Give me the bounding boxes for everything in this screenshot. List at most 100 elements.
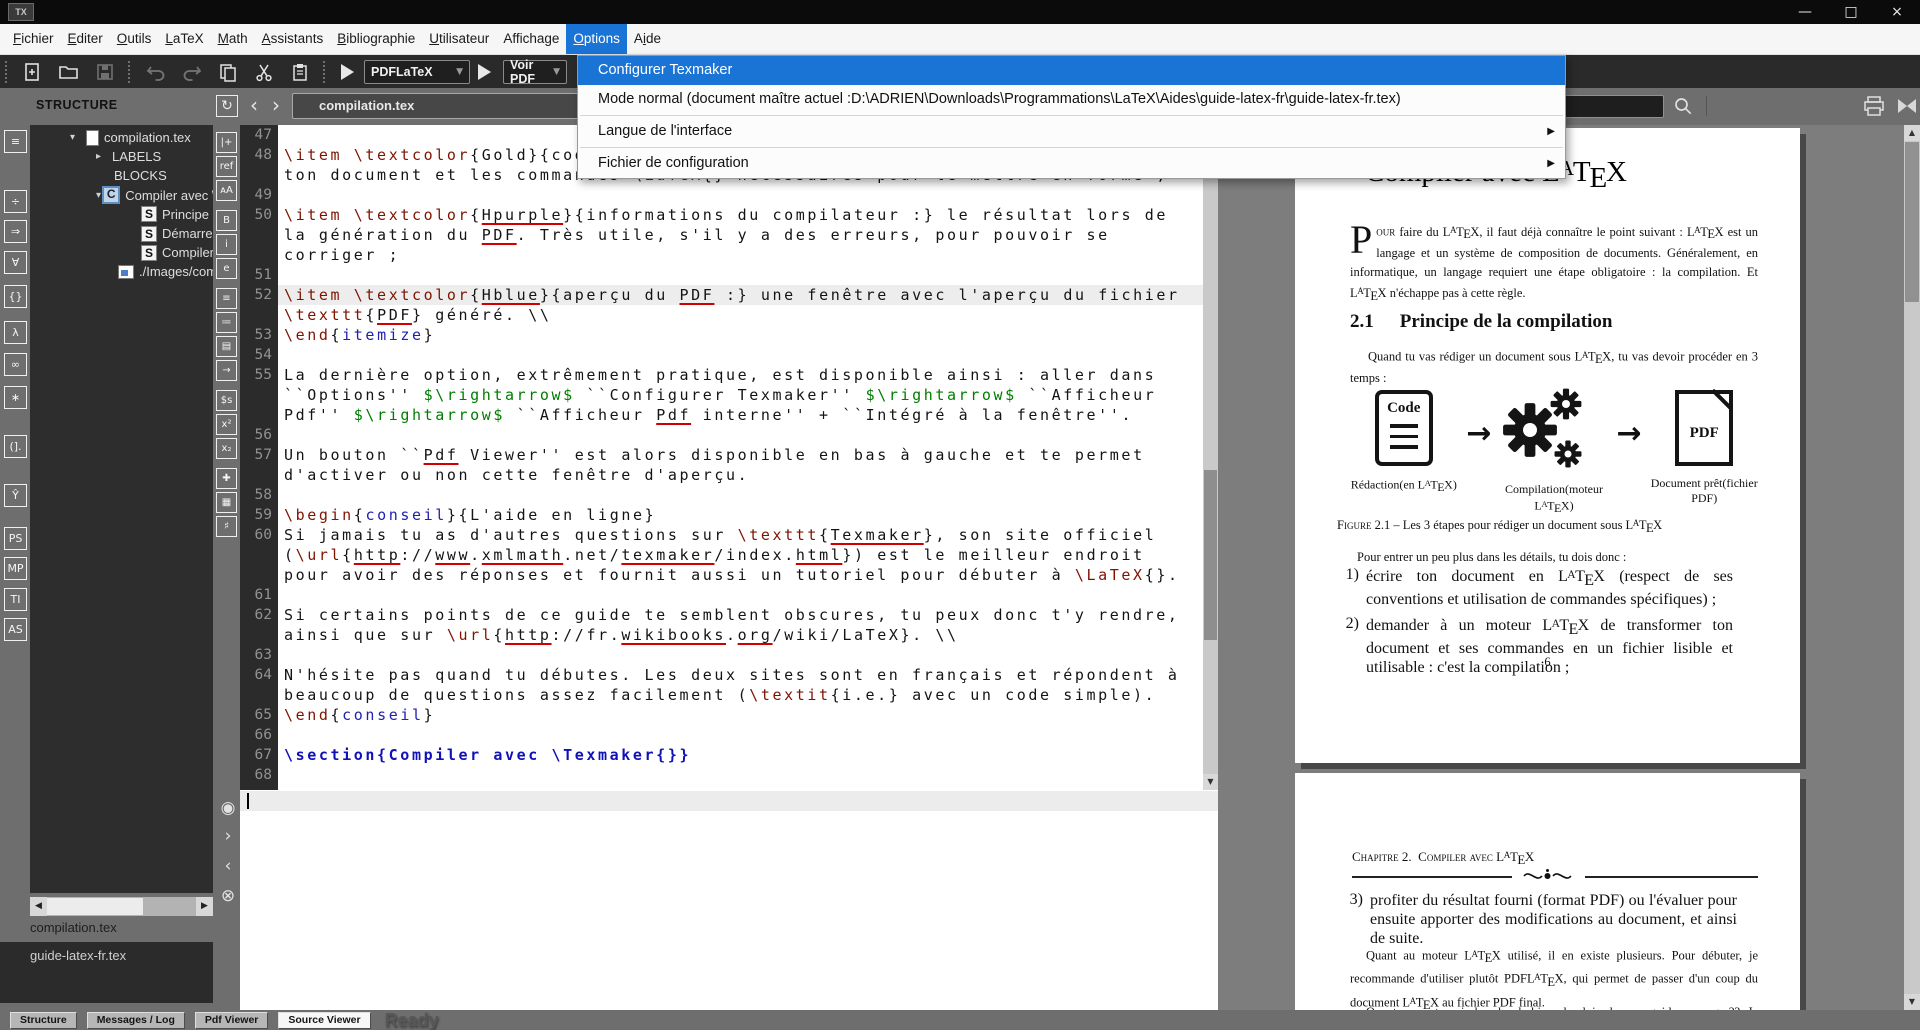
code-row[interactable] bbox=[278, 725, 1203, 745]
structure-tab[interactable]: ≡ bbox=[4, 130, 27, 153]
editor-vscrollbar[interactable]: ▲ ▼ bbox=[1203, 125, 1218, 790]
delimiters-tab[interactable]: {} bbox=[4, 285, 27, 308]
caret-down-icon[interactable]: ▾ bbox=[70, 132, 86, 143]
copy-icon[interactable] bbox=[215, 59, 241, 85]
edit-tool-icon-5[interactable]: e bbox=[216, 258, 237, 279]
back-icon[interactable]: ‹ bbox=[250, 93, 258, 117]
caret-right-icon[interactable]: ▸ bbox=[96, 151, 112, 162]
code-row[interactable]: la génération du PDF. Très utile, s'il y… bbox=[278, 225, 1203, 245]
scroll-down-icon[interactable]: ▼ bbox=[1904, 994, 1920, 1010]
misc-symbols-tab[interactable]: ∀ bbox=[4, 251, 27, 274]
code-row[interactable]: pour avoir des réponses et fournit aussi… bbox=[278, 565, 1203, 585]
previous-icon[interactable]: ‹ bbox=[218, 856, 238, 876]
menu-utilisateur[interactable]: Utilisateur bbox=[422, 24, 496, 54]
external-viewer-icon[interactable] bbox=[1896, 95, 1918, 122]
code-row[interactable]: \item \textcolor{Hpurple}{informations d… bbox=[278, 205, 1203, 225]
code-row[interactable]: \item \textcolor{Hblue}{aperçu du PDF :}… bbox=[278, 285, 1203, 305]
edit-tool-icon-2[interactable]: ᴀA bbox=[216, 180, 237, 201]
structure-hscrollbar[interactable]: ◀ ▶ bbox=[30, 897, 213, 916]
greek-letters-tab[interactable]: λ bbox=[4, 321, 27, 344]
code-row[interactable]: N'hésite pas quand tu débutes. Les deux … bbox=[278, 665, 1203, 685]
code-row[interactable]: ainsi que sur \url{http://fr.wikibooks.o… bbox=[278, 625, 1203, 645]
tree-item-compiler-avec-la[interactable]: ▾CCompiler avec \La bbox=[30, 186, 213, 205]
tree-item-principe-de-la-c[interactable]: SPrincipe de la c bbox=[30, 205, 213, 224]
menu-aide[interactable]: Aide bbox=[627, 24, 668, 54]
input-line[interactable] bbox=[240, 791, 1218, 811]
code-row[interactable] bbox=[278, 345, 1203, 365]
code-row[interactable] bbox=[278, 645, 1203, 665]
brackets-tab[interactable]: (]. bbox=[4, 435, 27, 458]
code-row[interactable] bbox=[278, 765, 1203, 785]
code-row[interactable]: \texttt{PDF} généré. \\ bbox=[278, 305, 1203, 325]
asymptote-tab[interactable]: AS bbox=[4, 618, 27, 641]
statusbar-button-messages-log[interactable]: Messages / Log bbox=[87, 1012, 185, 1029]
menu-math[interactable]: Math bbox=[211, 24, 255, 54]
accents-tab[interactable]: Ŷ bbox=[4, 484, 27, 507]
redo-icon[interactable] bbox=[179, 59, 205, 85]
scroll-up-icon[interactable]: ▲ bbox=[1904, 125, 1920, 141]
misc-math-tab[interactable]: ∞ bbox=[4, 353, 27, 376]
scrollbar-thumb[interactable] bbox=[47, 898, 143, 915]
code-row[interactable]: Si certains points de ce guide te semble… bbox=[278, 605, 1203, 625]
menu-affichage[interactable]: Affichage bbox=[496, 24, 566, 54]
code-row[interactable]: \end{itemize} bbox=[278, 325, 1203, 345]
code-row[interactable] bbox=[278, 585, 1203, 605]
tree-item-images-compilati[interactable]: ./Images/compilati bbox=[30, 262, 213, 281]
edit-tool-icon-6[interactable]: ≡ bbox=[216, 288, 237, 309]
source-viewer-panel[interactable] bbox=[240, 790, 1218, 1010]
edit-tool-icon-15[interactable]: ♯ bbox=[216, 516, 237, 537]
scroll-left-icon[interactable]: ◀ bbox=[30, 897, 47, 916]
compiler-combo[interactable]: PDFLaTeX ▼ bbox=[364, 60, 470, 84]
tikz-tab[interactable]: TI bbox=[4, 588, 27, 611]
edit-tool-icon-4[interactable]: i bbox=[216, 234, 237, 255]
cut-icon[interactable] bbox=[251, 59, 277, 85]
edit-tool-icon-10[interactable]: $s bbox=[216, 390, 237, 411]
code-row[interactable] bbox=[278, 265, 1203, 285]
menu-assistants[interactable]: Assistants bbox=[255, 24, 331, 54]
statusbar-button-source-viewer[interactable]: Source Viewer bbox=[278, 1012, 370, 1029]
open-document-combo[interactable]: compilation.tex ▼ bbox=[292, 93, 597, 119]
menu-item-configurer-texmaker[interactable]: Configurer Texmaker bbox=[578, 56, 1565, 85]
scroll-down-icon[interactable]: ▼ bbox=[1203, 774, 1218, 790]
code-row[interactable]: corriger ; bbox=[278, 245, 1203, 265]
statusbar-button-pdf-viewer[interactable]: Pdf Viewer bbox=[195, 1012, 269, 1029]
edit-tool-icon-11[interactable]: x² bbox=[216, 414, 237, 435]
open-folder-icon[interactable] bbox=[56, 59, 82, 85]
code-row[interactable] bbox=[278, 185, 1203, 205]
scrollbar-thumb[interactable] bbox=[1204, 470, 1217, 640]
metapost-tab[interactable]: MP bbox=[4, 557, 27, 580]
edit-tool-icon-13[interactable]: ✚ bbox=[216, 468, 237, 489]
menu-outils[interactable]: Outils bbox=[110, 24, 159, 54]
edit-tool-icon-8[interactable]: ▤ bbox=[216, 336, 237, 357]
tree-item-compiler-avec[interactable]: SCompiler avec bbox=[30, 243, 213, 262]
run-view-icon[interactable] bbox=[478, 64, 491, 80]
view-combo[interactable]: Voir PDF ▼ bbox=[503, 60, 567, 84]
code-row[interactable]: beaucoup de questions assez facilement (… bbox=[278, 685, 1203, 705]
code-row[interactable]: \begin{conseil}{L'aide en ligne} bbox=[278, 505, 1203, 525]
save-icon[interactable] bbox=[92, 59, 118, 85]
menu-latex[interactable]: LaTeX bbox=[158, 24, 210, 54]
menu-item-langue-de-l-interfac[interactable]: Langue de l'interface▶ bbox=[578, 117, 1565, 146]
edit-tool-icon-7[interactable]: ≔ bbox=[216, 312, 237, 333]
scrollbar-thumb[interactable] bbox=[1905, 142, 1919, 302]
statusbar-button-structure[interactable]: Structure bbox=[10, 1012, 77, 1029]
code-row[interactable]: (\url{http://www.xmlmath.net/texmaker/in… bbox=[278, 545, 1203, 565]
maximize-button[interactable]: □ bbox=[1828, 0, 1874, 24]
pstricks-tab[interactable]: PS bbox=[4, 527, 27, 550]
menu-bibliographie[interactable]: Bibliographie bbox=[330, 24, 422, 54]
asterisk-symbols-tab[interactable]: ∗ bbox=[4, 386, 27, 409]
edit-tool-icon-9[interactable]: → bbox=[216, 360, 237, 381]
edit-tool-icon-3[interactable]: B bbox=[216, 210, 237, 231]
code-row[interactable]: Pdf'' $\rightarrow$ ``Afficheur Pdf inte… bbox=[278, 405, 1203, 425]
arrow-symbols-tab[interactable]: ⇒ bbox=[4, 220, 27, 243]
tree-item-labels[interactable]: ▸LABELS bbox=[30, 147, 213, 166]
edit-tool-icon-1[interactable]: ref bbox=[216, 156, 237, 177]
forward-icon[interactable]: › bbox=[272, 93, 280, 117]
menu-item-fichier-de-configura[interactable]: Fichier de configuration▶ bbox=[578, 149, 1565, 178]
code-row[interactable]: \section{Compiler avec \Texmaker{}} bbox=[278, 745, 1203, 765]
stop-icon[interactable]: ⊗ bbox=[218, 886, 238, 906]
print-icon[interactable] bbox=[1862, 95, 1886, 122]
menu-options[interactable]: Options bbox=[566, 24, 627, 54]
code-row[interactable] bbox=[278, 425, 1203, 445]
toggle-view-icon[interactable]: ◉ bbox=[218, 798, 238, 818]
